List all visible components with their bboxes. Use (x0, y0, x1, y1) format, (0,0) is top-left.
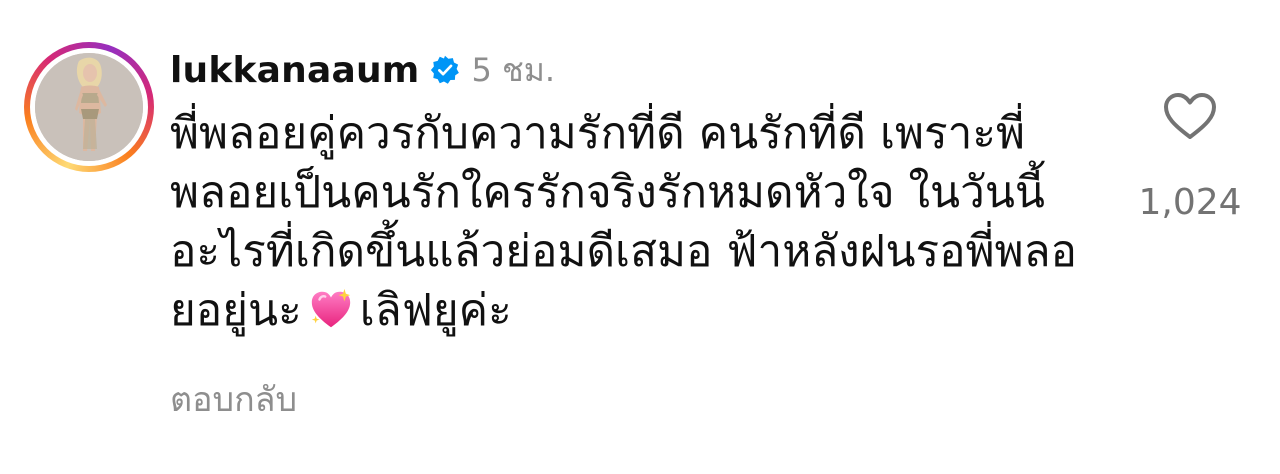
like-column: 1,024 (1120, 90, 1260, 223)
comment-text-line: พลอยเป็นคนรักใครรักจริงรักหมดหัวใจ ในวัน… (170, 167, 1045, 218)
comment-text-line: อะไรที่เกิดขึ้นแล้วย่อมดีเสมอ ฟ้าหลังฝนร… (170, 226, 1077, 277)
comment-text-fragment: ยอยู่นะ (170, 285, 302, 336)
comment-text-line: พี่พลอยคู่ควรกับความรักที่ดี คนรักที่ดี … (170, 108, 1026, 159)
avatar-border (30, 48, 148, 166)
comment-text: พี่พลอยคู่ควรกับความรักที่ดี คนรักที่ดี … (170, 104, 1110, 340)
comment-text-last-line: ยอยู่นะ เลิฟยูค่ะ (170, 281, 1110, 340)
comment-header: lukkanaaum 5 ชม. (170, 44, 1110, 96)
heart-outline-icon[interactable] (1162, 90, 1218, 142)
sparkling-heart-icon (311, 288, 350, 328)
username[interactable]: lukkanaaum (170, 50, 420, 91)
story-ring[interactable] (24, 42, 154, 172)
comment-timestamp: 5 ชม. (471, 50, 556, 89)
verified-badge-icon (430, 55, 459, 84)
avatar[interactable] (35, 53, 143, 161)
reply-button[interactable]: ตอบกลับ (170, 372, 297, 426)
comment-body: lukkanaaum 5 ชม. พี่พลอยคู่ควรกับความรัก… (170, 44, 1110, 340)
like-count: 1,024 (1138, 182, 1242, 223)
comment-text-tail: เลิฟยูค่ะ (359, 285, 512, 336)
comment-item: lukkanaaum 5 ชม. พี่พลอยคู่ควรกับความรัก… (0, 0, 1280, 474)
avatar-photo (35, 53, 143, 161)
